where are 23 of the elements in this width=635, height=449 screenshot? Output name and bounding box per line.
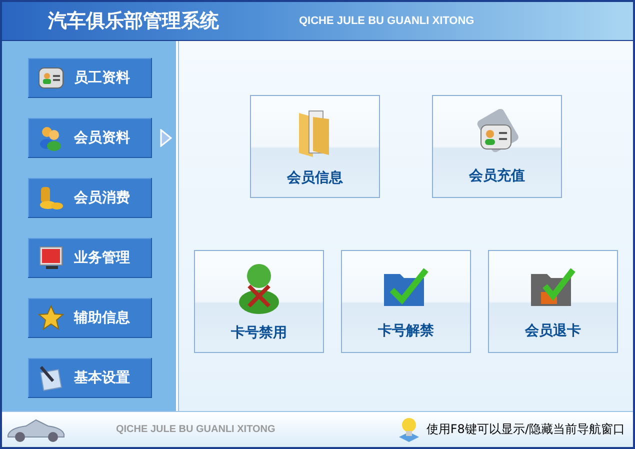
nav-button[interactable]: 业务管理: [28, 238, 152, 278]
footer-subtitle: QICHE JULE BU GUANLI XITONG: [116, 424, 276, 435]
nav-button[interactable]: 辅助信息: [28, 298, 152, 338]
nav-button[interactable]: 员工资料: [28, 58, 152, 98]
nav-button[interactable]: 基本设置: [28, 358, 152, 398]
sports-car-icon: [6, 416, 66, 442]
app-subtitle: QICHE JULE BU GUANLI XITONG: [299, 15, 474, 27]
function-tile[interactable]: 卡号禁用: [194, 250, 324, 353]
function-tile[interactable]: 会员退卡: [488, 250, 618, 353]
users-icon: [38, 125, 64, 151]
hint-text: 使用F8键可以显示/隐藏当前导航窗口: [426, 421, 625, 438]
app-title: 汽车俱乐部管理系统: [46, 9, 219, 34]
coins-icon: [38, 185, 64, 211]
function-tile[interactable]: 卡号解禁: [341, 250, 471, 353]
star-icon: [38, 305, 64, 331]
light-bulb-icon: [398, 416, 420, 442]
monitor-icon: [38, 245, 64, 271]
function-tile[interactable]: 会员信息: [250, 95, 380, 198]
nav-button[interactable]: 会员资料: [28, 118, 152, 158]
notepad-pen-icon: [38, 365, 64, 391]
nav-button[interactable]: 会员消费: [28, 178, 152, 218]
id-card-icon: [38, 66, 64, 90]
function-tile[interactable]: 会员充值: [432, 95, 562, 198]
